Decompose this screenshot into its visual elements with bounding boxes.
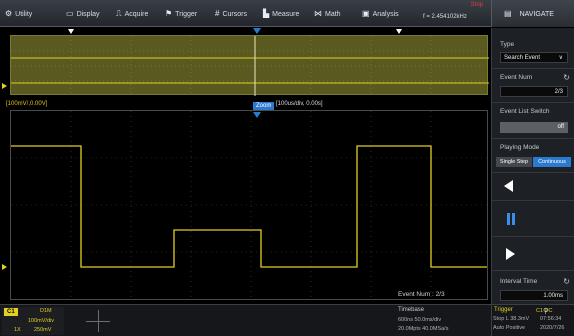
menu-trigger[interactable]: ⚑ Trigger bbox=[165, 0, 197, 27]
chevron-down-icon: ∨ bbox=[558, 55, 563, 61]
mode-continuous-button[interactable]: Continuous bbox=[533, 157, 571, 167]
ch1-scale: 100mV/div bbox=[28, 318, 54, 324]
play-backward-icon bbox=[504, 180, 513, 192]
menu-display[interactable]: ▭ Display bbox=[66, 0, 100, 27]
trigger-icon: ⚑ bbox=[165, 9, 173, 18]
menu-trigger-label: Trigger bbox=[175, 11, 198, 18]
divider bbox=[492, 200, 574, 201]
divider bbox=[492, 102, 574, 103]
interval-time-value: 1.00ms bbox=[543, 293, 563, 299]
zoom-center-marker[interactable] bbox=[253, 28, 261, 34]
timebase-label[interactable]: Timebase bbox=[398, 307, 424, 313]
math-icon: ⋈ bbox=[314, 9, 322, 18]
ch1-probe: 1X bbox=[14, 327, 21, 333]
zoom-scale-label: [100mV/,0.00V] bbox=[6, 101, 48, 107]
timebase-delay-scale: 600ns 50.0ms/div bbox=[398, 317, 442, 323]
menu-cursors-label: Cursors bbox=[222, 11, 247, 18]
menu-analysis-label: Analysis bbox=[372, 11, 399, 18]
zoom-waveform bbox=[11, 111, 487, 299]
trigger-position-marker bbox=[68, 29, 74, 34]
divider bbox=[492, 270, 574, 271]
ch1-offset: 250mV bbox=[34, 327, 52, 333]
measure-icon: ▙ bbox=[263, 9, 270, 18]
ch1-offset-marker-overview bbox=[2, 83, 7, 89]
status-bar: C1 D1M 100mV/div 1X 250mV Timebase 600ns… bbox=[0, 304, 491, 336]
menu-acquire[interactable]: ⎍ Acquire bbox=[116, 0, 148, 27]
waveform-screen[interactable]: [100mV/,0.00V] Zoom [100us/div, 0.00s] E… bbox=[0, 28, 491, 304]
timebase-sample-info: 20.0Mpts 40.0MSa/s bbox=[398, 326, 449, 332]
ch1-coupling: D1M bbox=[40, 308, 52, 314]
type-select[interactable]: Search Event ∨ bbox=[500, 52, 568, 63]
divider bbox=[492, 138, 574, 139]
menu-utility-label: Utility bbox=[15, 11, 33, 18]
mode-single-step-button[interactable]: Single Step bbox=[496, 157, 532, 167]
menu-acquire-label: Acquire bbox=[124, 11, 149, 18]
type-label: Type bbox=[500, 41, 515, 48]
type-select-value: Search Event bbox=[504, 55, 541, 61]
frequency-readout: Stop f = 2.454102kHz bbox=[419, 0, 487, 27]
zoom-timebase-info: [100us/div, 0.00s] bbox=[276, 101, 323, 107]
menu-bar: ⚙ Utility ▭ Display ⎍ Acquire ⚑ Trigger # Cur… bbox=[0, 0, 574, 27]
ch1-offset-marker bbox=[2, 264, 7, 270]
play-forward-icon bbox=[506, 248, 515, 260]
event-list-switch[interactable]: off bbox=[500, 122, 568, 133]
event-number-readout: Event Num : 2/3 bbox=[398, 291, 445, 298]
trigger-status-level: Stop L 38.3mV bbox=[493, 316, 530, 322]
overview-grid bbox=[11, 36, 489, 96]
ch1-trace bbox=[11, 145, 487, 268]
frequency-value: f = 2.454102kHz bbox=[423, 14, 467, 20]
menu-math-label: Math bbox=[325, 11, 341, 18]
play-forward-button[interactable] bbox=[504, 246, 520, 262]
gear-icon: ⚙ bbox=[5, 9, 13, 18]
event-list-switch-label: Event List Switch bbox=[500, 108, 550, 115]
acquire-icon: ⎍ bbox=[116, 9, 122, 18]
event-num-label: Event Num bbox=[500, 74, 533, 81]
event-list-switch-value: off bbox=[557, 124, 564, 130]
refresh-icon[interactable]: ↻ bbox=[563, 277, 570, 286]
pause-button[interactable] bbox=[504, 211, 520, 227]
navigate-label: NAVIGATE bbox=[519, 11, 554, 18]
run-state-badge[interactable]: Stop bbox=[471, 2, 483, 8]
ch1-info-box[interactable]: C1 D1M 100mV/div 1X 250mV bbox=[2, 307, 64, 335]
network-icon: ⚲ bbox=[543, 308, 549, 315]
interval-time-label: Interval Time bbox=[500, 278, 538, 285]
refresh-icon[interactable]: ↻ bbox=[563, 73, 570, 82]
add-channel-button[interactable] bbox=[86, 310, 110, 332]
menu-analysis[interactable]: ▣ Analysis bbox=[362, 0, 399, 27]
playing-mode-label: Playing Mode bbox=[500, 144, 540, 151]
event-num-value: 2/3 bbox=[554, 89, 563, 95]
menu-cursors[interactable]: # Cursors bbox=[215, 0, 247, 27]
clock-date: 2020/7/26 bbox=[540, 325, 565, 331]
divider bbox=[492, 172, 574, 173]
event-num-field[interactable]: 2/3 bbox=[500, 86, 568, 97]
navigate-icon: ▤ bbox=[504, 9, 512, 18]
pause-icon bbox=[507, 213, 515, 225]
trigger-label[interactable]: Trigger bbox=[494, 307, 513, 313]
divider bbox=[492, 236, 574, 237]
menu-measure-label: Measure bbox=[272, 11, 300, 18]
analysis-icon: ▣ bbox=[362, 9, 370, 18]
trigger-mode-slope: Auto Positive bbox=[493, 325, 526, 331]
ch1-tag: C1 bbox=[4, 308, 18, 316]
menu-display-label: Display bbox=[76, 11, 100, 18]
clock-time: 07:56:34 bbox=[540, 316, 562, 322]
cursors-icon: # bbox=[215, 9, 220, 18]
menu-measure[interactable]: ▙ Measure bbox=[263, 0, 299, 27]
menu-math[interactable]: ⋈ Math bbox=[314, 0, 341, 27]
event-marker bbox=[396, 29, 402, 34]
display-icon: ▭ bbox=[66, 9, 74, 18]
zoom-window[interactable] bbox=[10, 110, 488, 300]
divider bbox=[492, 68, 574, 69]
play-backward-button[interactable] bbox=[504, 178, 520, 194]
overview-window[interactable] bbox=[10, 35, 489, 96]
menu-utility[interactable]: ⚙ Utility bbox=[5, 0, 32, 27]
navigate-header[interactable]: ▤ NAVIGATE bbox=[491, 0, 574, 27]
interval-time-field[interactable]: 1.00ms bbox=[500, 290, 568, 301]
playing-mode-toggle: Single Step Continuous bbox=[496, 157, 571, 167]
navigate-panel: Type Search Event ∨ Event Num ↻ 2/3 Even… bbox=[491, 28, 574, 336]
